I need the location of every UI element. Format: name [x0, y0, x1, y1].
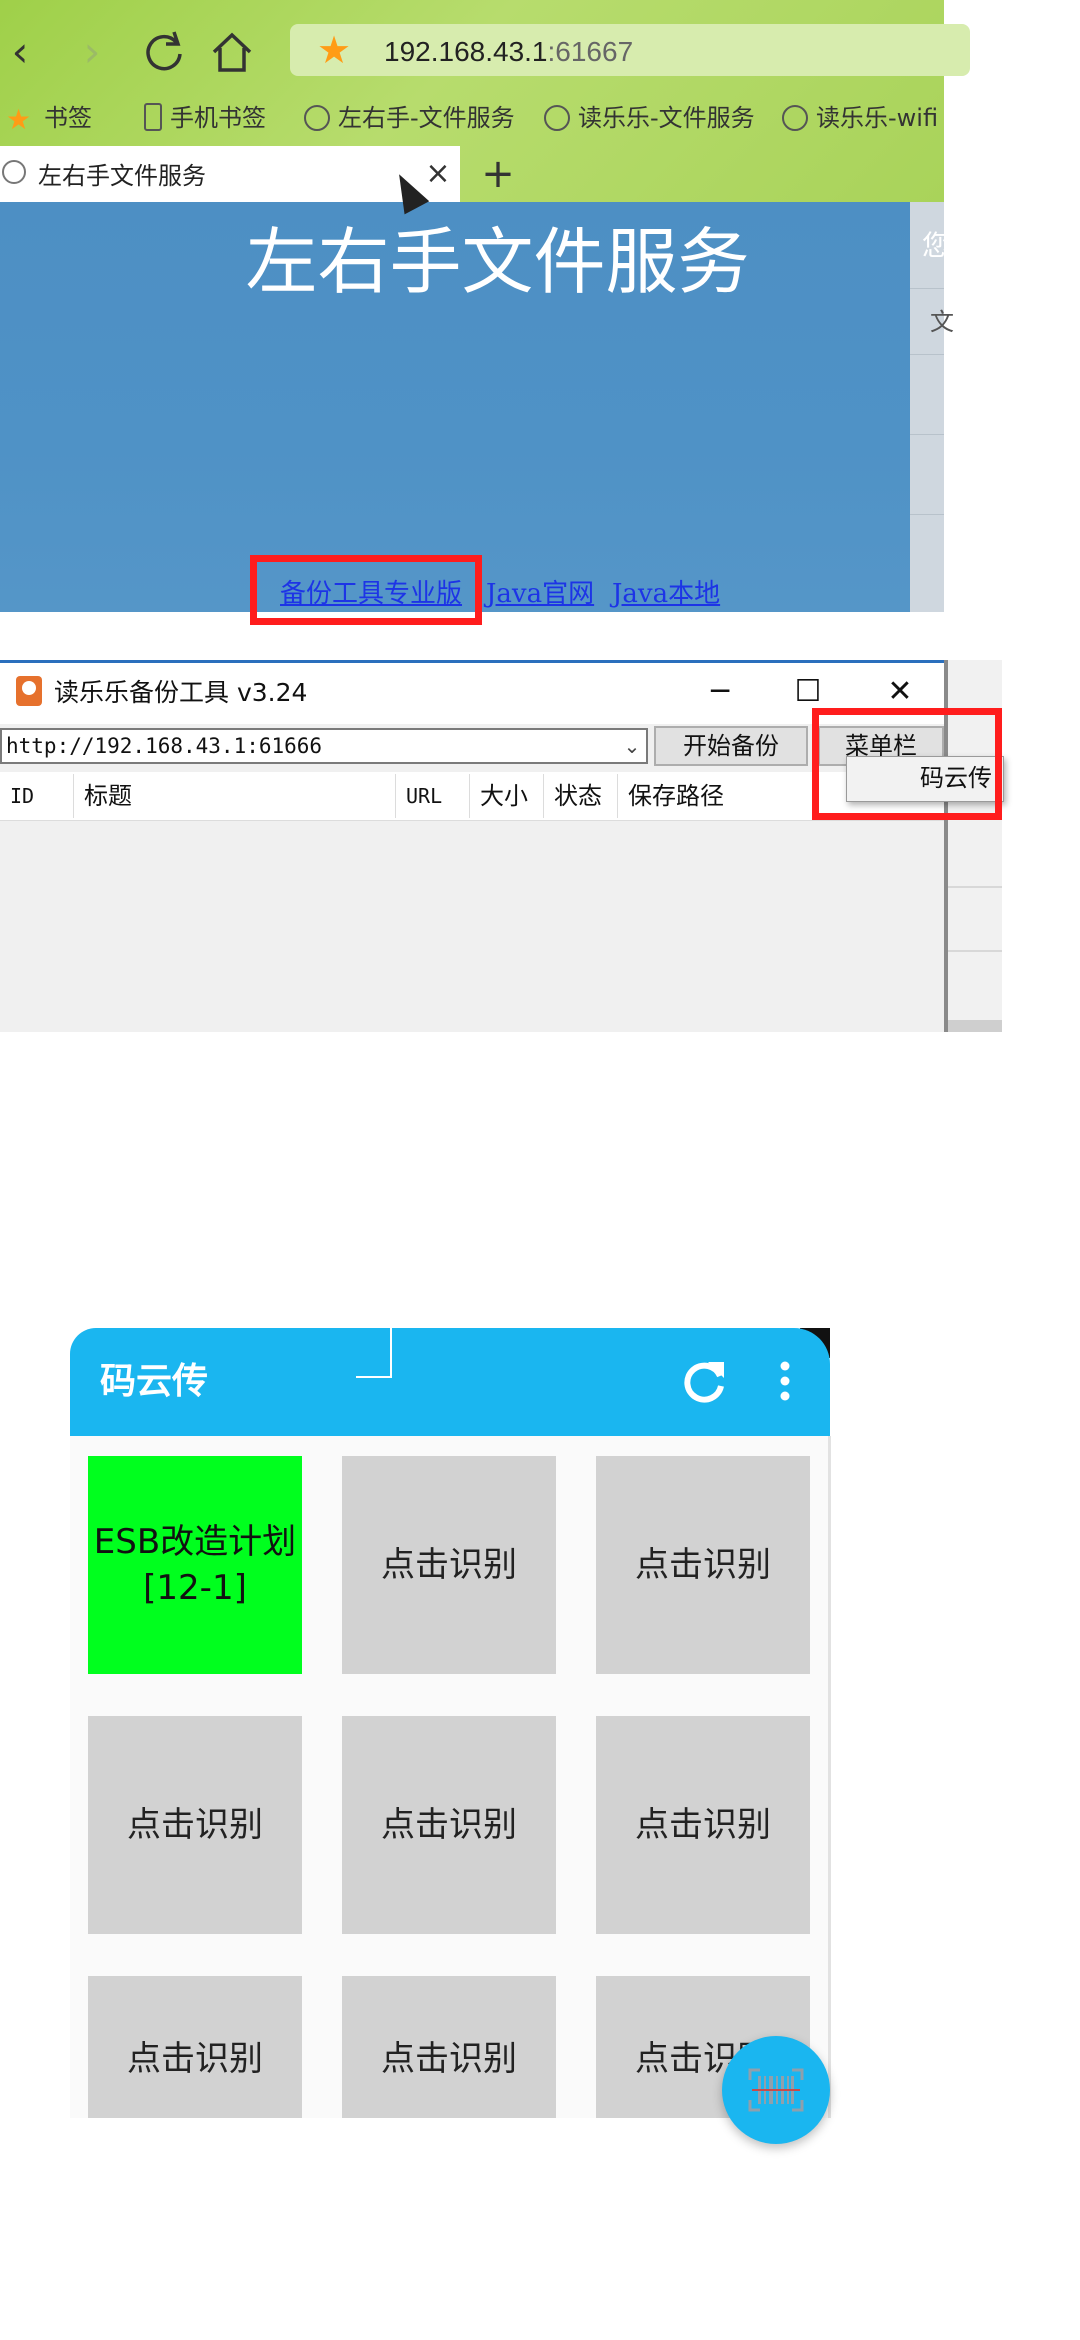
tile-item[interactable]: 点击识别	[88, 1716, 302, 1934]
java-app-icon	[16, 676, 42, 706]
side-panel-text: 文	[930, 308, 954, 336]
tile-item[interactable]: 点击识别	[596, 1456, 810, 1674]
bookmark-label: 读乐乐-文件服务	[578, 104, 755, 132]
column-header-title[interactable]: 标题	[74, 774, 396, 818]
bookmark-zyh-file[interactable]: 左右手-文件服务	[304, 98, 515, 138]
new-tab-button[interactable]: +	[478, 150, 518, 198]
url-value: http://192.168.43.1:61666	[6, 734, 323, 758]
phone-icon	[144, 103, 162, 131]
link-java-official[interactable]: Java官网	[486, 576, 594, 612]
app-title: 码云传	[100, 1361, 209, 1402]
address-host: 192.168.43.1	[384, 36, 548, 67]
tile-item[interactable]: 点击识别	[342, 1716, 556, 1934]
start-backup-button[interactable]: 开始备份	[654, 726, 808, 766]
globe-icon	[2, 160, 26, 184]
bookmark-bookmarks[interactable]: ★ 书签	[6, 98, 92, 138]
chevron-down-icon[interactable]: ⌄	[616, 728, 648, 764]
column-header-url[interactable]: URL	[396, 774, 470, 818]
desktop-line	[944, 950, 1002, 952]
tile-item[interactable]: ESB改造计划 [12-1]	[88, 1456, 302, 1674]
column-header-size[interactable]: 大小	[470, 774, 544, 818]
bookmark-mobile[interactable]: 手机书签	[144, 98, 266, 138]
address-text: 192.168.43.1:61667	[384, 32, 633, 72]
tile-item[interactable]: 点击识别	[596, 1716, 810, 1934]
globe-icon	[782, 105, 808, 131]
status-area-mark	[356, 1328, 392, 1378]
tile-item[interactable]: 点击识别	[88, 1976, 302, 2118]
tile-item[interactable]: 点击识别	[342, 1976, 556, 2118]
home-icon[interactable]	[204, 24, 260, 80]
refresh-icon[interactable]	[678, 1354, 732, 1408]
side-row-divider	[910, 514, 944, 515]
page-title: 左右手文件服务	[245, 220, 750, 304]
bookmark-dll-wifi[interactable]: 读乐乐-wifi	[782, 98, 938, 138]
maximize-button[interactable]: ☐	[778, 672, 838, 712]
highlight-box	[812, 708, 1002, 820]
barcode-scan-icon	[748, 2068, 804, 2112]
bookmark-label: 书签	[44, 104, 92, 132]
bookmark-label: 读乐乐-wifi	[816, 104, 939, 132]
close-tab-button[interactable]: ×	[420, 152, 456, 196]
bookmark-dll-file[interactable]: 读乐乐-文件服务	[544, 98, 755, 138]
highlight-box	[250, 555, 482, 625]
close-window-button[interactable]: ✕	[870, 672, 930, 712]
more-vert-icon[interactable]	[770, 1356, 800, 1406]
window-title: 读乐乐备份工具 v3.24	[54, 678, 308, 707]
screen-edge	[828, 1436, 831, 2118]
reload-icon[interactable]	[136, 24, 192, 80]
minimize-button[interactable]: ─	[690, 672, 750, 712]
side-row-divider	[910, 288, 944, 289]
side-row-divider	[910, 434, 944, 435]
tile-item[interactable]: 点击识别	[342, 1456, 556, 1674]
link-java-local[interactable]: Java本地	[612, 576, 720, 612]
desktop-line	[944, 1020, 1002, 1032]
bookmark-label: 左右手-文件服务	[338, 104, 515, 132]
desktop-line	[944, 886, 1002, 888]
bookmark-label: 手机书签	[170, 104, 266, 132]
forward-icon[interactable]: ›	[64, 24, 120, 80]
side-panel-text: 您	[922, 229, 951, 262]
back-icon[interactable]: ‹	[0, 24, 48, 80]
address-port: :61667	[547, 36, 634, 67]
favorite-star-icon[interactable]: ★	[312, 28, 356, 72]
task-table-body[interactable]	[0, 821, 944, 1032]
tab-title: 左右手文件服务	[38, 162, 206, 190]
column-header-status[interactable]: 状态	[544, 774, 618, 818]
star-icon: ★	[6, 103, 32, 136]
globe-icon	[544, 105, 570, 131]
globe-icon	[304, 105, 330, 131]
column-header-id[interactable]: ID	[0, 774, 74, 818]
side-row-divider	[910, 354, 944, 355]
